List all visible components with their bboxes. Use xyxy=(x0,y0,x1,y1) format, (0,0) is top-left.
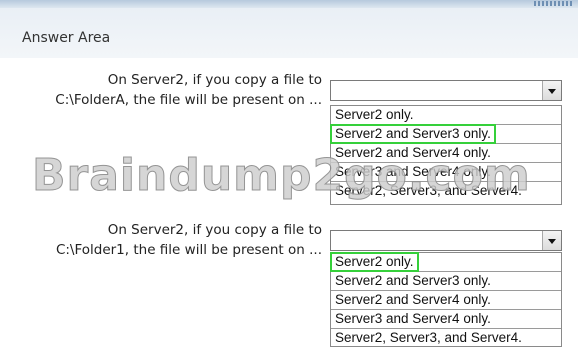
question-2-option-1-selected[interactable]: Server2 only. xyxy=(330,252,419,272)
question-1-line-1: On Server2, if you copy a file to xyxy=(107,72,322,88)
chevron-down-icon[interactable] xyxy=(542,231,561,250)
question-2-dropdown[interactable] xyxy=(330,230,562,251)
question-2-line-1: On Server2, if you copy a file to xyxy=(107,222,322,238)
question-2-option-row[interactable]: Server2 only. xyxy=(330,252,561,272)
question-1-dropdown[interactable] xyxy=(330,80,562,101)
question-2-option-2[interactable]: Server2 and Server3 only. xyxy=(331,273,491,288)
question-1-option-row[interactable]: Server2 only. xyxy=(331,106,561,125)
header-dots-decoration xyxy=(534,1,572,6)
question-2-option-3[interactable]: Server2 and Server4 only. xyxy=(331,292,491,307)
question-2-line-2: C:\Folder1, the file will be present on … xyxy=(55,242,322,258)
question-1-option-4[interactable]: Server3 and Server4 only. xyxy=(331,164,491,179)
question-2-text: On Server2, if you copy a file to C:\Fol… xyxy=(0,220,322,260)
question-1-option-1[interactable]: Server2 only. xyxy=(331,107,414,122)
question-1-option-row[interactable]: Server2 and Server3 only. xyxy=(330,124,561,144)
answer-area-title: Answer Area xyxy=(22,30,111,46)
question-2-option-4[interactable]: Server3 and Server4 only. xyxy=(331,311,491,326)
top-rule xyxy=(0,0,578,8)
question-1-option-5[interactable]: Server2, Server3, and Server4. xyxy=(331,183,522,198)
question-1-option-row[interactable]: Server3 and Server4 only. xyxy=(331,163,561,182)
question-2-option-row[interactable]: Server2 and Server4 only. xyxy=(331,291,561,310)
question-2-option-row[interactable]: Server2, Server3, and Server4. xyxy=(331,329,561,347)
question-1-option-2-selected[interactable]: Server2 and Server3 only. xyxy=(330,124,496,144)
question-1-option-3[interactable]: Server2 and Server4 only. xyxy=(331,145,491,160)
question-1-options-list: Server2 only. Server2 and Server3 only. … xyxy=(330,105,562,205)
question-2-option-row[interactable]: Server2 and Server3 only. xyxy=(331,272,561,291)
question-1-text: On Server2, if you copy a file to C:\Fol… xyxy=(0,70,322,110)
question-2-option-row[interactable]: Server3 and Server4 only. xyxy=(331,310,561,329)
question-2-option-5[interactable]: Server2, Server3, and Server4. xyxy=(331,330,522,345)
chevron-down-icon[interactable] xyxy=(542,81,561,100)
question-2-options-list: Server2 only. Server2 and Server3 only. … xyxy=(330,252,562,347)
question-1-line-2: C:\FolderA, the file will be present on … xyxy=(55,92,322,108)
question-1-option-row[interactable]: Server2 and Server4 only. xyxy=(331,144,561,163)
question-1-option-row[interactable]: Server2, Server3, and Server4. xyxy=(331,182,561,200)
